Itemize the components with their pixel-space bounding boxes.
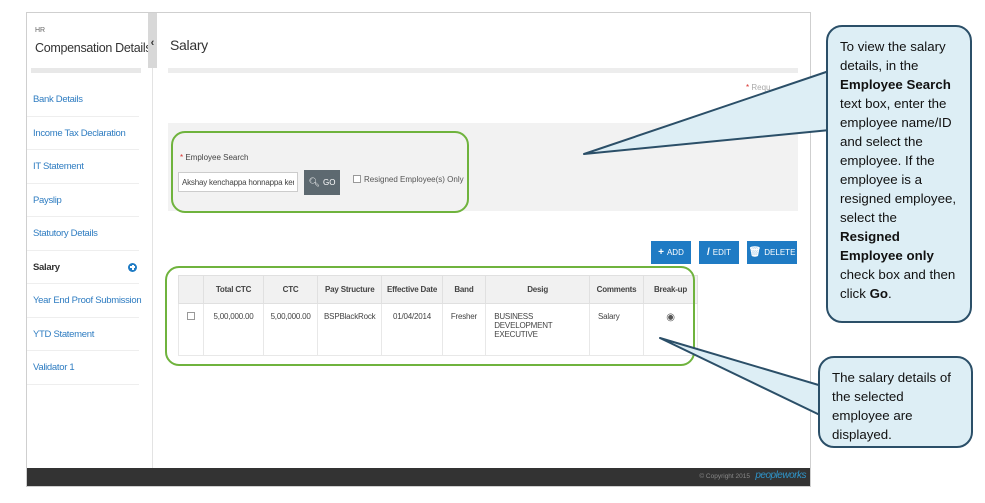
sidebar-item-income-tax-declaration[interactable]: Income Tax Declaration xyxy=(27,117,139,150)
callout-text: text box, enter the employee name/ID and… xyxy=(840,96,957,225)
callout-emphasis: Resigned Employee only xyxy=(840,229,934,263)
chevron-left-icon: ‹ xyxy=(150,37,155,49)
sidebar-item-bank-details[interactable]: Bank Details xyxy=(27,83,139,117)
callout-text: . xyxy=(888,286,892,301)
delete-button[interactable]: 🗑︎ DELETE xyxy=(747,241,797,264)
sidebar-item-label: Salary xyxy=(33,261,60,273)
callout-text: check box and then click xyxy=(840,267,956,301)
callout-emphasis: Go xyxy=(869,286,889,301)
required-note-text: Requ xyxy=(751,83,771,92)
copyright-text: © Copyright 2015 xyxy=(699,473,750,480)
sidebar-title: Compensation Details xyxy=(35,41,152,55)
app-window: HR Compensation Details Bank Details Inc… xyxy=(26,12,811,487)
active-plus-icon xyxy=(128,262,137,272)
sidebar-item-statutory-details[interactable]: Statutory Details xyxy=(27,217,139,251)
sidebar-item-it-statement[interactable]: IT Statement xyxy=(27,150,139,184)
callout-emphasis: Employee Search xyxy=(840,77,951,92)
edit-button-label: EDIT xyxy=(712,248,731,257)
page-title: Salary xyxy=(170,37,208,53)
sidebar-divider xyxy=(31,68,141,73)
footer: © Copyright 2015 peopleworks xyxy=(27,468,810,486)
sidebar: HR Compensation Details Bank Details Inc… xyxy=(27,13,153,468)
sidebar-item-year-end-proof-submission[interactable]: Year End Proof Submission xyxy=(27,284,142,318)
sidebar-item-validator-1[interactable]: Validator 1 xyxy=(27,351,139,385)
delete-button-label: DELETE xyxy=(764,248,796,257)
sidebar-item-salary[interactable]: Salary xyxy=(27,251,139,284)
callout-text: The salary details of the selected emplo… xyxy=(832,370,951,442)
title-divider xyxy=(168,68,798,73)
pencil-icon: / xyxy=(706,247,710,258)
callout-text: To view the salary details, in the xyxy=(840,39,946,73)
add-button-label: ADD xyxy=(666,248,684,257)
brand-logo: peopleworks xyxy=(755,470,806,481)
search-highlight-outline xyxy=(171,131,469,213)
instruction-callout: To view the salary details, in the Emplo… xyxy=(826,25,972,323)
sidebar-collapse-handle[interactable]: ‹ xyxy=(148,13,157,68)
add-button[interactable]: + ADD xyxy=(651,241,691,264)
table-highlight-outline xyxy=(165,266,695,366)
sidebar-item-payslip[interactable]: Payslip xyxy=(27,184,139,217)
main-content: Salary * Requ * Employee Search 🔍︎GO Res… xyxy=(158,13,810,468)
sidebar-category: HR xyxy=(35,27,46,34)
plus-icon: + xyxy=(658,247,664,258)
sidebar-item-ytd-statement[interactable]: YTD Statement xyxy=(27,318,139,351)
sidebar-menu: Bank Details Income Tax Declaration IT S… xyxy=(27,83,142,385)
required-note: * Requ xyxy=(746,83,771,92)
trash-icon: 🗑︎ xyxy=(748,247,762,258)
edit-button[interactable]: / EDIT xyxy=(699,241,739,264)
result-callout: The salary details of the selected emplo… xyxy=(818,356,973,448)
